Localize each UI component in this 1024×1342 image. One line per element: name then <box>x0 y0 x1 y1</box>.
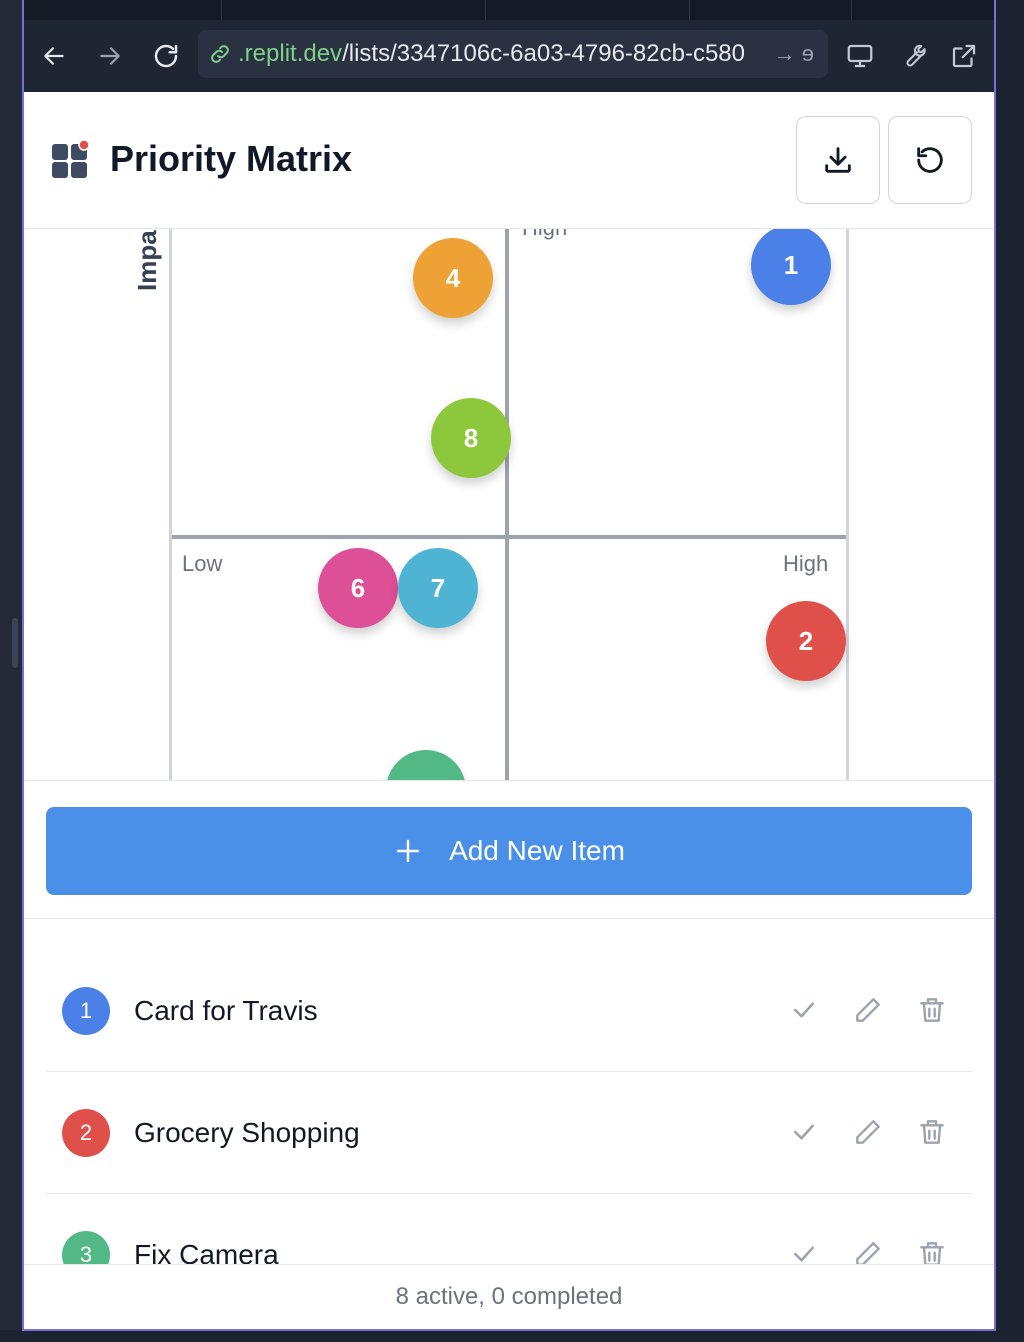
browser-tab[interactable] <box>22 0 222 20</box>
matrix-item-7[interactable]: 7 <box>398 548 478 628</box>
trash-icon <box>920 1242 944 1264</box>
plus-icon <box>396 839 420 863</box>
url-suffix: → ɘ <box>773 41 814 66</box>
browser-navbar: .replit.dev/lists/3347106c-6a03-4796-82c… <box>24 20 994 92</box>
quadrant-label-bottom-left: Low <box>182 551 223 576</box>
item-name: Card for Travis <box>134 995 318 1026</box>
url-domain: .replit.dev <box>238 40 343 67</box>
vertical-divider <box>505 229 509 780</box>
y-axis-label: Impa <box>132 230 162 291</box>
item-number-badge: 2 <box>62 1109 110 1157</box>
devtools-button[interactable] <box>892 36 932 76</box>
complete-button[interactable] <box>786 992 822 1028</box>
reload-button[interactable] <box>146 36 186 76</box>
status-footer: 8 active, 0 completed <box>24 1264 994 1329</box>
item-list: 1 Card for Travis 2 Grocery Shopping 3 F… <box>24 920 994 1264</box>
tab-strip <box>22 0 996 20</box>
monitor-icon <box>847 44 873 68</box>
check-icon <box>794 1002 814 1018</box>
edit-button[interactable] <box>850 1236 886 1264</box>
delete-button[interactable] <box>914 1114 950 1150</box>
quadrant-label-top-right: High <box>522 229 567 241</box>
priority-matrix[interactable]: Impa High Low High 4 1 8 6 7 2 <box>24 229 994 780</box>
list-item[interactable]: 1 Card for Travis <box>46 950 972 1072</box>
devices-button[interactable] <box>840 36 880 76</box>
resize-handle[interactable] <box>12 618 18 668</box>
matrix-item-label: 7 <box>430 572 446 603</box>
reload-icon <box>154 44 178 68</box>
browser-tab[interactable] <box>690 0 852 20</box>
app-title: Priority Matrix <box>110 138 353 179</box>
edit-button[interactable] <box>850 1114 886 1150</box>
complete-button[interactable] <box>786 1114 822 1150</box>
matrix-item-label: 2 <box>798 625 814 656</box>
check-icon <box>794 1124 814 1140</box>
wrench-icon <box>906 44 926 67</box>
link-icon <box>208 41 234 67</box>
matrix-item-4[interactable]: 4 <box>413 238 493 318</box>
matrix-item-2[interactable]: 2 <box>766 601 846 681</box>
add-new-item-label: Add New Item <box>449 835 625 866</box>
back-button[interactable] <box>34 36 74 76</box>
pencil-icon <box>856 998 880 1022</box>
pencil-icon <box>856 1120 880 1144</box>
pencil-icon <box>856 1242 880 1264</box>
list-item[interactable]: 3 Fix Camera <box>46 1194 972 1264</box>
reset-button[interactable] <box>888 116 972 204</box>
list-item[interactable]: 2 Grocery Shopping <box>46 1072 972 1194</box>
item-name: Fix Camera <box>134 1239 279 1264</box>
matrix-frame <box>169 229 849 780</box>
edit-button[interactable] <box>850 992 886 1028</box>
download-icon <box>825 147 851 173</box>
arrow-left-icon <box>44 47 64 65</box>
app-header: Priority Matrix <box>24 92 994 229</box>
delete-button[interactable] <box>914 992 950 1028</box>
url-path: /lists/3347106c-6a03-4796-82cb-c580 <box>342 40 745 67</box>
add-new-item-button[interactable]: Add New Item <box>46 807 972 895</box>
forward-button[interactable] <box>90 36 130 76</box>
browser-tab[interactable] <box>486 0 690 20</box>
matrix-item-label: 1 <box>783 249 799 280</box>
reset-icon <box>917 147 943 173</box>
matrix-item-6[interactable]: 6 <box>318 548 398 628</box>
item-number-badge: 3 <box>62 1231 110 1264</box>
export-button[interactable] <box>796 116 880 204</box>
item-name: Grocery Shopping <box>134 1117 360 1148</box>
app-logo-icon <box>50 139 90 180</box>
matrix-item-8[interactable]: 8 <box>431 398 511 478</box>
open-external-button[interactable] <box>944 36 984 76</box>
matrix-item-label: 6 <box>350 572 366 603</box>
add-item-section: Add New Item <box>24 780 994 919</box>
right-panel-edge <box>996 0 1024 1342</box>
arrow-right-icon <box>100 47 120 65</box>
delete-button[interactable] <box>914 1236 950 1264</box>
matrix-item-label: 8 <box>463 422 479 453</box>
browser-tab[interactable] <box>222 0 486 20</box>
trash-icon <box>920 998 944 1022</box>
horizontal-divider <box>172 535 846 539</box>
matrix-item-label: 4 <box>445 262 461 293</box>
address-bar[interactable]: .replit.dev/lists/3347106c-6a03-4796-82c… <box>198 30 828 78</box>
external-link-icon <box>952 44 976 68</box>
complete-button[interactable] <box>786 1236 822 1264</box>
app-viewport: Priority Matrix Impa High Low High 4 1 8… <box>24 92 994 1329</box>
bottom-panel-edge <box>0 1330 1024 1342</box>
check-icon <box>794 1246 814 1262</box>
quadrant-label-bottom-right: High <box>783 551 829 576</box>
trash-icon <box>920 1120 944 1144</box>
item-number-badge: 1 <box>62 987 110 1035</box>
left-panel-edge <box>0 0 22 1342</box>
